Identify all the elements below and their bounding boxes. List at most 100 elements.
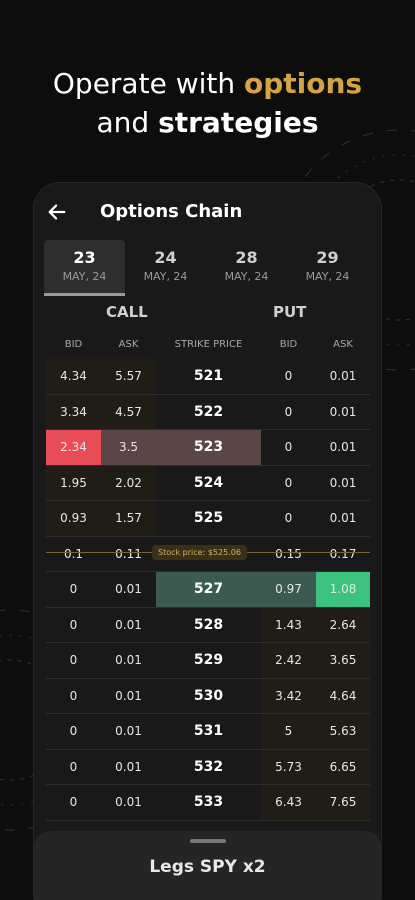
call-ask-cell[interactable]: 0.11 (101, 537, 156, 572)
headline-accent: options (244, 67, 363, 100)
call-ask-cell[interactable]: 0.01 (101, 643, 156, 678)
date-day: 23 (73, 248, 96, 267)
strike-cell: 524 (193, 474, 224, 491)
put-ask-cell[interactable]: 6.65 (316, 750, 370, 785)
expiration-date-tabs: 23 MAY, 24 24 MAY, 24 28 MAY, 24 29 MAY,… (44, 240, 381, 296)
call-bid-cell[interactable]: 0 (46, 785, 101, 820)
put-ask-cell[interactable]: 2.64 (316, 608, 370, 643)
table-row: 0 0.01 532 5.73 6.65 (46, 749, 370, 785)
call-ask-cell[interactable]: 0.01 (101, 608, 156, 643)
date-tab-29[interactable]: 29 MAY, 24 (287, 240, 368, 294)
col-strike-price: STRIKE PRICE (174, 339, 243, 350)
table-row: 4.34 5.57 521 0 0.01 (46, 359, 370, 395)
call-ask-cell[interactable]: 3.5 (101, 430, 156, 465)
strike-cell: 530 (193, 687, 224, 704)
put-ask-cell[interactable]: 0.01 (316, 466, 370, 501)
put-ask-cell[interactable]: 0.01 (316, 359, 370, 394)
strike-cell: 525 (193, 510, 224, 527)
strike-cell: 533 (193, 794, 224, 811)
call-ask-cell[interactable]: 5.57 (101, 359, 156, 394)
headline-text: and (96, 106, 159, 139)
table-row: 0 0.01 533 6.43 7.65 (46, 785, 370, 821)
sheet-title: Legs SPY x2 (149, 857, 266, 877)
headline-line-1: Operate with options (0, 64, 415, 103)
date-tab-23[interactable]: 23 MAY, 24 (44, 240, 125, 296)
call-bid-cell[interactable]: 4.34 (46, 359, 101, 394)
call-ask-cell[interactable]: 0.01 (101, 679, 156, 714)
put-ask-cell[interactable]: 3.65 (316, 643, 370, 678)
put-bid-cell[interactable]: 2.42 (261, 643, 316, 678)
col-call-ask: ASK (118, 339, 139, 350)
legs-bottom-sheet[interactable]: Legs SPY x2 (34, 831, 381, 900)
put-ask-cell[interactable]: 5.63 (316, 714, 370, 749)
strike-cell: 523 (193, 439, 224, 456)
strike-cell: 532 (193, 758, 224, 775)
strike-cell: 521 (193, 368, 224, 385)
date-month: MAY, 24 (224, 270, 269, 283)
call-ask-cell[interactable]: 2.02 (101, 466, 156, 501)
put-bid-cell[interactable]: 6.43 (261, 785, 316, 820)
date-month: MAY, 24 (305, 270, 350, 283)
table-row: 0 0.01 531 5 5.63 (46, 714, 370, 750)
call-ask-cell[interactable]: 4.57 (101, 395, 156, 430)
table-row: 0.93 1.57 525 0 0.01 (46, 501, 370, 537)
put-ask-cell[interactable]: 0.01 (316, 501, 370, 536)
call-bid-cell[interactable]: 0 (46, 750, 101, 785)
put-bid-cell[interactable]: 0 (261, 466, 316, 501)
put-bid-cell[interactable]: 5 (261, 714, 316, 749)
date-month: MAY, 24 (143, 270, 188, 283)
call-side-header: CALL (106, 303, 148, 321)
phone-frame: Options Chain 23 MAY, 24 24 MAY, 24 28 M… (34, 183, 381, 900)
put-side-header: PUT (273, 303, 307, 321)
call-bid-cell[interactable]: 3.34 (46, 395, 101, 430)
col-put-bid: BID (279, 339, 298, 350)
put-bid-cell[interactable]: 3.42 (261, 679, 316, 714)
date-tab-28[interactable]: 28 MAY, 24 (206, 240, 287, 294)
put-ask-cell[interactable]: 1.08 (316, 572, 370, 607)
put-bid-cell[interactable]: 0 (261, 395, 316, 430)
headline-line-2: and strategies (0, 103, 415, 142)
call-bid-cell[interactable]: 0 (46, 679, 101, 714)
drag-handle[interactable] (190, 839, 226, 843)
date-tab-24[interactable]: 24 MAY, 24 (125, 240, 206, 294)
put-bid-cell[interactable]: 0.97 (261, 572, 316, 607)
put-bid-cell[interactable]: 1.43 (261, 608, 316, 643)
call-ask-cell[interactable]: 0.01 (101, 572, 156, 607)
put-ask-cell[interactable]: 0.17 (316, 537, 370, 572)
put-ask-cell[interactable]: 0.01 (316, 430, 370, 465)
put-ask-cell[interactable]: 4.64 (316, 679, 370, 714)
put-bid-cell[interactable]: 5.73 (261, 750, 316, 785)
call-ask-cell[interactable]: 1.57 (101, 501, 156, 536)
put-bid-cell[interactable]: 0.15 (261, 537, 316, 572)
strike-cell: 528 (193, 616, 224, 633)
put-bid-cell[interactable]: 0 (261, 501, 316, 536)
page-title: Options Chain (100, 201, 243, 222)
call-bid-cell[interactable]: 1.95 (46, 466, 101, 501)
call-bid-cell[interactable]: 2.34 (46, 430, 101, 465)
arrow-left-icon[interactable] (46, 201, 68, 223)
call-ask-cell[interactable]: 0.01 (101, 785, 156, 820)
call-bid-cell[interactable]: 0.93 (46, 501, 101, 536)
call-bid-cell[interactable]: 0 (46, 608, 101, 643)
put-ask-cell[interactable]: 0.01 (316, 395, 370, 430)
table-row: 0 0.01 528 1.43 2.64 (46, 607, 370, 643)
call-bid-cell[interactable]: 0 (46, 643, 101, 678)
date-month: MAY, 24 (62, 270, 107, 283)
headline-bold: strategies (158, 106, 319, 139)
call-bid-cell[interactable]: 0.1 (46, 537, 101, 572)
strike-cell: 531 (193, 723, 224, 740)
options-chain-table: 4.34 5.57 521 0 0.01 3.34 4.57 522 0 0.0… (46, 359, 370, 821)
table-row-selected-sell: 2.34 3.5 523 0 0.01 (46, 430, 370, 466)
strike-cell: 529 (193, 652, 224, 669)
call-bid-cell[interactable]: 0 (46, 572, 101, 607)
call-bid-cell[interactable]: 0 (46, 714, 101, 749)
put-bid-cell[interactable]: 0 (261, 430, 316, 465)
call-ask-cell[interactable]: 0.01 (101, 714, 156, 749)
call-ask-cell[interactable]: 0.01 (101, 750, 156, 785)
put-bid-cell[interactable]: 0 (261, 359, 316, 394)
col-call-bid: BID (64, 339, 83, 350)
date-day: 28 (235, 248, 258, 267)
table-row: 3.34 4.57 522 0 0.01 (46, 394, 370, 430)
put-ask-cell[interactable]: 7.65 (316, 785, 370, 820)
col-put-ask: ASK (333, 339, 353, 350)
